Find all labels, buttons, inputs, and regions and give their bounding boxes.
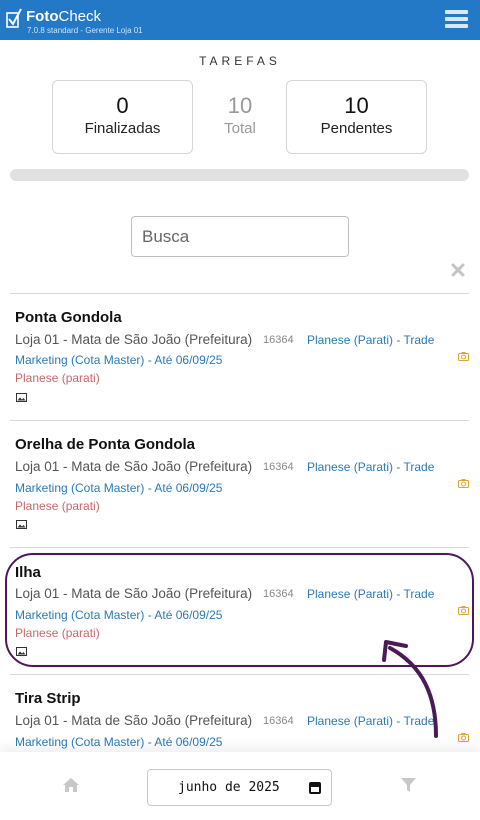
month-value: junho de 2025 (178, 780, 280, 795)
close-icon[interactable] (451, 263, 465, 277)
calendar-icon[interactable] (309, 782, 321, 794)
app-header: FotoCheck 7.0.8 standard - Gerente Loja … (0, 0, 480, 40)
home-icon[interactable] (62, 777, 80, 793)
task-campaign: Planese (Parati) - Trade (307, 333, 435, 347)
pendentes-label: Pendentes (320, 120, 393, 137)
task-client: Planese (parati) (15, 499, 100, 513)
camera-icon[interactable] (458, 606, 469, 615)
list-divider (10, 547, 469, 548)
search-input[interactable] (131, 216, 349, 257)
task-title: Tira Strip (15, 690, 81, 707)
camera-icon[interactable] (458, 479, 469, 488)
task-campaign: Planese (Parati) - Trade (307, 587, 435, 601)
task-code: 16364 (263, 715, 294, 727)
task-campaign-detail: Marketing (Cota Master) - Até 06/09/25 (15, 735, 223, 749)
total-count: 10 (227, 93, 253, 118)
task-client: Planese (parati) (15, 371, 100, 385)
pendentes-count: 10 (344, 93, 369, 118)
task-title: Ilha (15, 564, 41, 581)
task-location: Loja 01 - Mata de São João (Prefeitura) (15, 586, 253, 601)
task-title: Orelha de Ponta Gondola (15, 436, 196, 453)
task-campaign-detail: Marketing (Cota Master) - Até 06/09/25 (15, 608, 223, 622)
tasks-progress-bar (10, 169, 469, 181)
camera-icon[interactable] (458, 352, 469, 361)
month-picker[interactable]: junho de 2025 (147, 769, 332, 806)
pendentes-card[interactable]: 10 Pendentes (286, 80, 427, 154)
list-divider (10, 420, 469, 421)
total-label: Total (224, 120, 256, 137)
task-campaign-detail: Marketing (Cota Master) - Até 06/09/25 (15, 353, 223, 367)
task-code: 16364 (263, 588, 294, 600)
total-stat: 10 Total (200, 93, 280, 139)
task-location: Loja 01 - Mata de São João (Prefeitura) (15, 332, 253, 347)
image-icon (16, 393, 27, 402)
task-location: Loja 01 - Mata de São João (Prefeitura) (15, 713, 253, 728)
task-code: 16364 (263, 461, 294, 473)
task-location: Loja 01 - Mata de São João (Prefeitura) (15, 459, 253, 474)
hamburger-menu-icon[interactable] (445, 10, 468, 30)
task-client: Planese (parati) (15, 626, 100, 640)
task-campaign-detail: Marketing (Cota Master) - Até 06/09/25 (15, 481, 223, 495)
version-label: 7.0.8 standard - Gerente Loja 01 (27, 26, 143, 35)
brand-name: FotoCheck (26, 8, 102, 25)
camera-icon[interactable] (458, 733, 469, 742)
finalizadas-count: 0 (116, 93, 129, 118)
filter-icon[interactable] (401, 778, 416, 793)
image-icon (16, 520, 27, 529)
finalizadas-label: Finalizadas (84, 120, 161, 137)
tasks-heading: TAREFAS (199, 54, 281, 68)
task-code: 16364 (263, 334, 294, 346)
task-title: Ponta Gondola (15, 309, 122, 326)
finalizadas-card[interactable]: 0 Finalizadas (52, 80, 193, 154)
annotation-arrow-icon (382, 640, 438, 738)
image-icon (16, 647, 27, 656)
task-campaign: Planese (Parati) - Trade (307, 460, 435, 474)
checkbox-logo-icon (6, 8, 22, 28)
list-divider (10, 293, 469, 294)
